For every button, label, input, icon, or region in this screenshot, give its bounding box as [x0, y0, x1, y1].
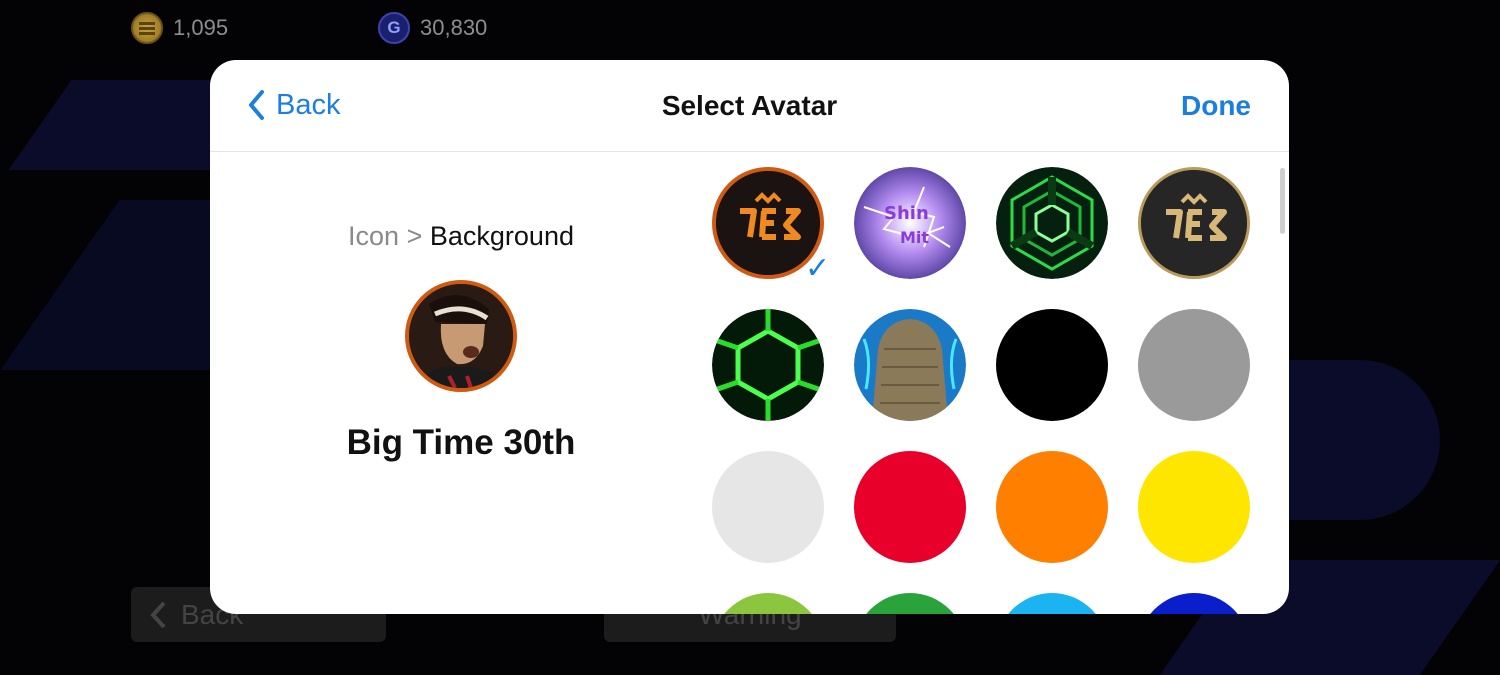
gp-icon: G — [378, 12, 410, 44]
avatar-preview — [405, 280, 517, 392]
avatar-option-lime[interactable] — [712, 593, 824, 614]
lightning-avatar-icon: Shin Mit — [854, 167, 966, 279]
coin-icon — [131, 12, 163, 44]
player-portrait-icon — [409, 284, 513, 388]
done-button[interactable]: Done — [1181, 90, 1251, 122]
green-hex-neon-icon — [712, 309, 824, 421]
green-hex-tunnel-icon — [996, 167, 1108, 279]
avatar-grid-scrollbar[interactable] — [1280, 168, 1285, 234]
gp-display: G 30,830 — [378, 12, 487, 44]
avatar-option-red[interactable] — [854, 451, 966, 563]
avatar-option-yellow[interactable] — [1138, 451, 1250, 563]
avatar-option-sky-blue[interactable] — [996, 593, 1108, 614]
chevron-left-icon — [150, 601, 166, 628]
breadcrumb-separator: > — [406, 221, 423, 251]
dialog-title: Select Avatar — [661, 90, 838, 121]
avatar-option-green-hex-neon[interactable] — [712, 309, 824, 421]
breadcrumb-current: Background — [429, 221, 574, 251]
selected-check-icon: ✓ — [805, 252, 831, 285]
avatar-option-green-hex-tunnel[interactable] — [996, 167, 1108, 279]
avatar-option-light-gray[interactable] — [712, 451, 824, 563]
breadcrumb-parent: Icon — [348, 221, 400, 251]
avatar-option-blue[interactable] — [1138, 593, 1250, 614]
selected-avatar-name: Big Time 30th — [346, 423, 576, 462]
dialog-header: Back Select Avatar Done — [210, 60, 1289, 152]
svg-text:Mit: Mit — [900, 228, 929, 247]
avatar-option-black[interactable] — [996, 309, 1108, 421]
avatar-option-stone-cyan[interactable] — [854, 309, 966, 421]
avatar-option-orange[interactable] — [996, 451, 1108, 563]
coins-value: 1,095 — [173, 15, 229, 40]
select-avatar-dialog: Back Select Avatar Done Icon > Backgroun… — [210, 60, 1289, 614]
coins-display: 1,095 — [131, 12, 228, 44]
avatar-option-pes-gold[interactable] — [1138, 167, 1250, 279]
avatar-grid: ✓ Shin Mit — [712, 151, 1272, 614]
avatar-option-lightning-purple[interactable]: Shin Mit — [854, 167, 966, 279]
pes-logo-icon — [1141, 170, 1247, 276]
avatar-option-gray[interactable] — [1138, 309, 1250, 421]
avatar-option-green[interactable] — [854, 593, 966, 614]
breadcrumb: Icon > Background — [210, 221, 712, 252]
selection-preview-pane: Icon > Background Big Time 30th — [210, 151, 712, 614]
stone-tablet-icon — [854, 309, 966, 421]
svg-text:Shin: Shin — [884, 203, 929, 224]
gp-value: 30,830 — [420, 15, 488, 40]
